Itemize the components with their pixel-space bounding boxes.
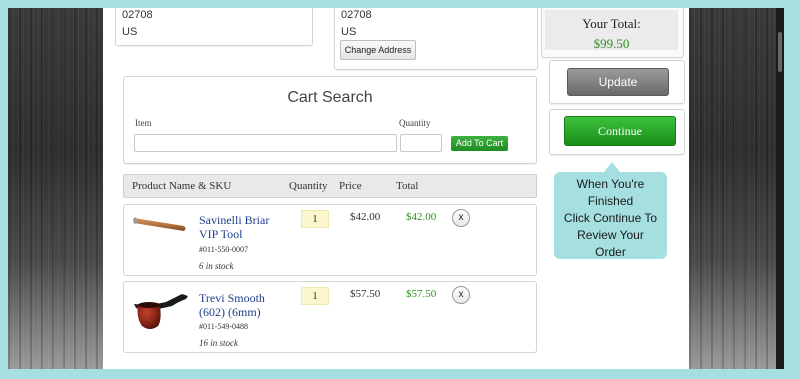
line-total: $57.50 [406,288,437,300]
update-panel: Update [549,60,685,104]
stock-status: 16 in stock [199,338,238,348]
address-box-right: 02708 US Change Address [334,8,538,70]
header-price: Price [339,180,362,192]
remove-item-button[interactable]: x [452,209,470,227]
cart-search-title: Cart Search [287,89,373,106]
continue-panel: Continue [549,109,685,155]
unit-price: $42.00 [350,211,381,223]
header-total: Total [396,180,419,192]
quantity-input[interactable] [400,134,442,152]
total-label: Your Total: [582,16,641,31]
continue-tip-bubble: When You're Finished Click Continue To R… [554,162,667,261]
product-name-line: Trevi Smooth [199,291,265,305]
item-search-input[interactable] [134,134,397,152]
address-zip: 02708 [341,9,372,21]
product-image-pipe [134,294,188,329]
line-total: $42.00 [406,211,437,223]
total-inner: Your Total: $99.50 [545,10,678,51]
add-to-cart-button[interactable]: Add To Cart [451,136,508,151]
product-name-line: (602) (6mm) [199,305,261,319]
product-name-link[interactable]: Trevi Smooth (602) (6mm) [199,291,265,319]
update-button[interactable]: Update [567,68,669,96]
page-frame: 02708 US 02708 US Change Address Cart Se… [8,8,784,369]
scroll-thumb[interactable] [778,32,782,72]
quantity-label: Quantity [399,118,431,128]
product-name-line: VIP Tool [199,227,243,241]
product-sku: #011-549-0488 [199,322,249,331]
address-zip: 02708 [122,9,153,21]
product-name-line: Savinelli Briar [199,213,270,227]
quantity-field[interactable]: 1 [301,287,329,305]
checkout-content: 02708 US 02708 US Change Address Cart Se… [103,8,689,369]
change-address-button[interactable]: Change Address [340,40,416,60]
quantity-field[interactable]: 1 [301,210,329,228]
address-box-left: 02708 US [115,8,313,46]
product-sku: #011-550-0007 [199,245,249,254]
header-quantity: Quantity [289,180,328,192]
tip-line: Order [595,245,626,259]
remove-item-button[interactable]: x [452,286,470,304]
tip-line: When You're [576,177,645,191]
product-name-link[interactable]: Savinelli Briar VIP Tool [199,213,269,241]
item-label: Item [135,118,152,128]
wood-background-right [689,8,784,369]
tip-text: When You're Finished Click Continue To R… [558,176,663,261]
total-panel: Your Total: $99.50 [541,8,684,58]
header-product: Product Name & SKU [132,180,232,192]
unit-price: $57.50 [350,288,381,300]
cart-row: Trevi Smooth (602) (6mm) #011-549-0488 1… [123,281,537,353]
tip-pointer [604,162,620,172]
continue-button[interactable]: Continue [564,116,676,146]
cart-row: Savinelli Briar VIP Tool #011-550-0007 6… [123,204,537,276]
tip-line: Review Your [577,228,644,242]
wood-background-left [8,8,103,369]
tip-line: Click Continue To [563,211,658,225]
stock-status: 6 in stock [199,261,234,271]
tip-line: Finished [587,194,634,208]
cart-search-panel: Cart Search Item Quantity Add To Cart [123,76,537,164]
side-scrollbar[interactable] [776,8,784,369]
address-country: US [122,26,138,38]
address-country: US [341,26,357,38]
cart-table-header: Product Name & SKU Quantity Price Total [123,174,537,198]
total-amount: $99.50 [593,36,630,51]
product-image-tool [133,217,186,231]
